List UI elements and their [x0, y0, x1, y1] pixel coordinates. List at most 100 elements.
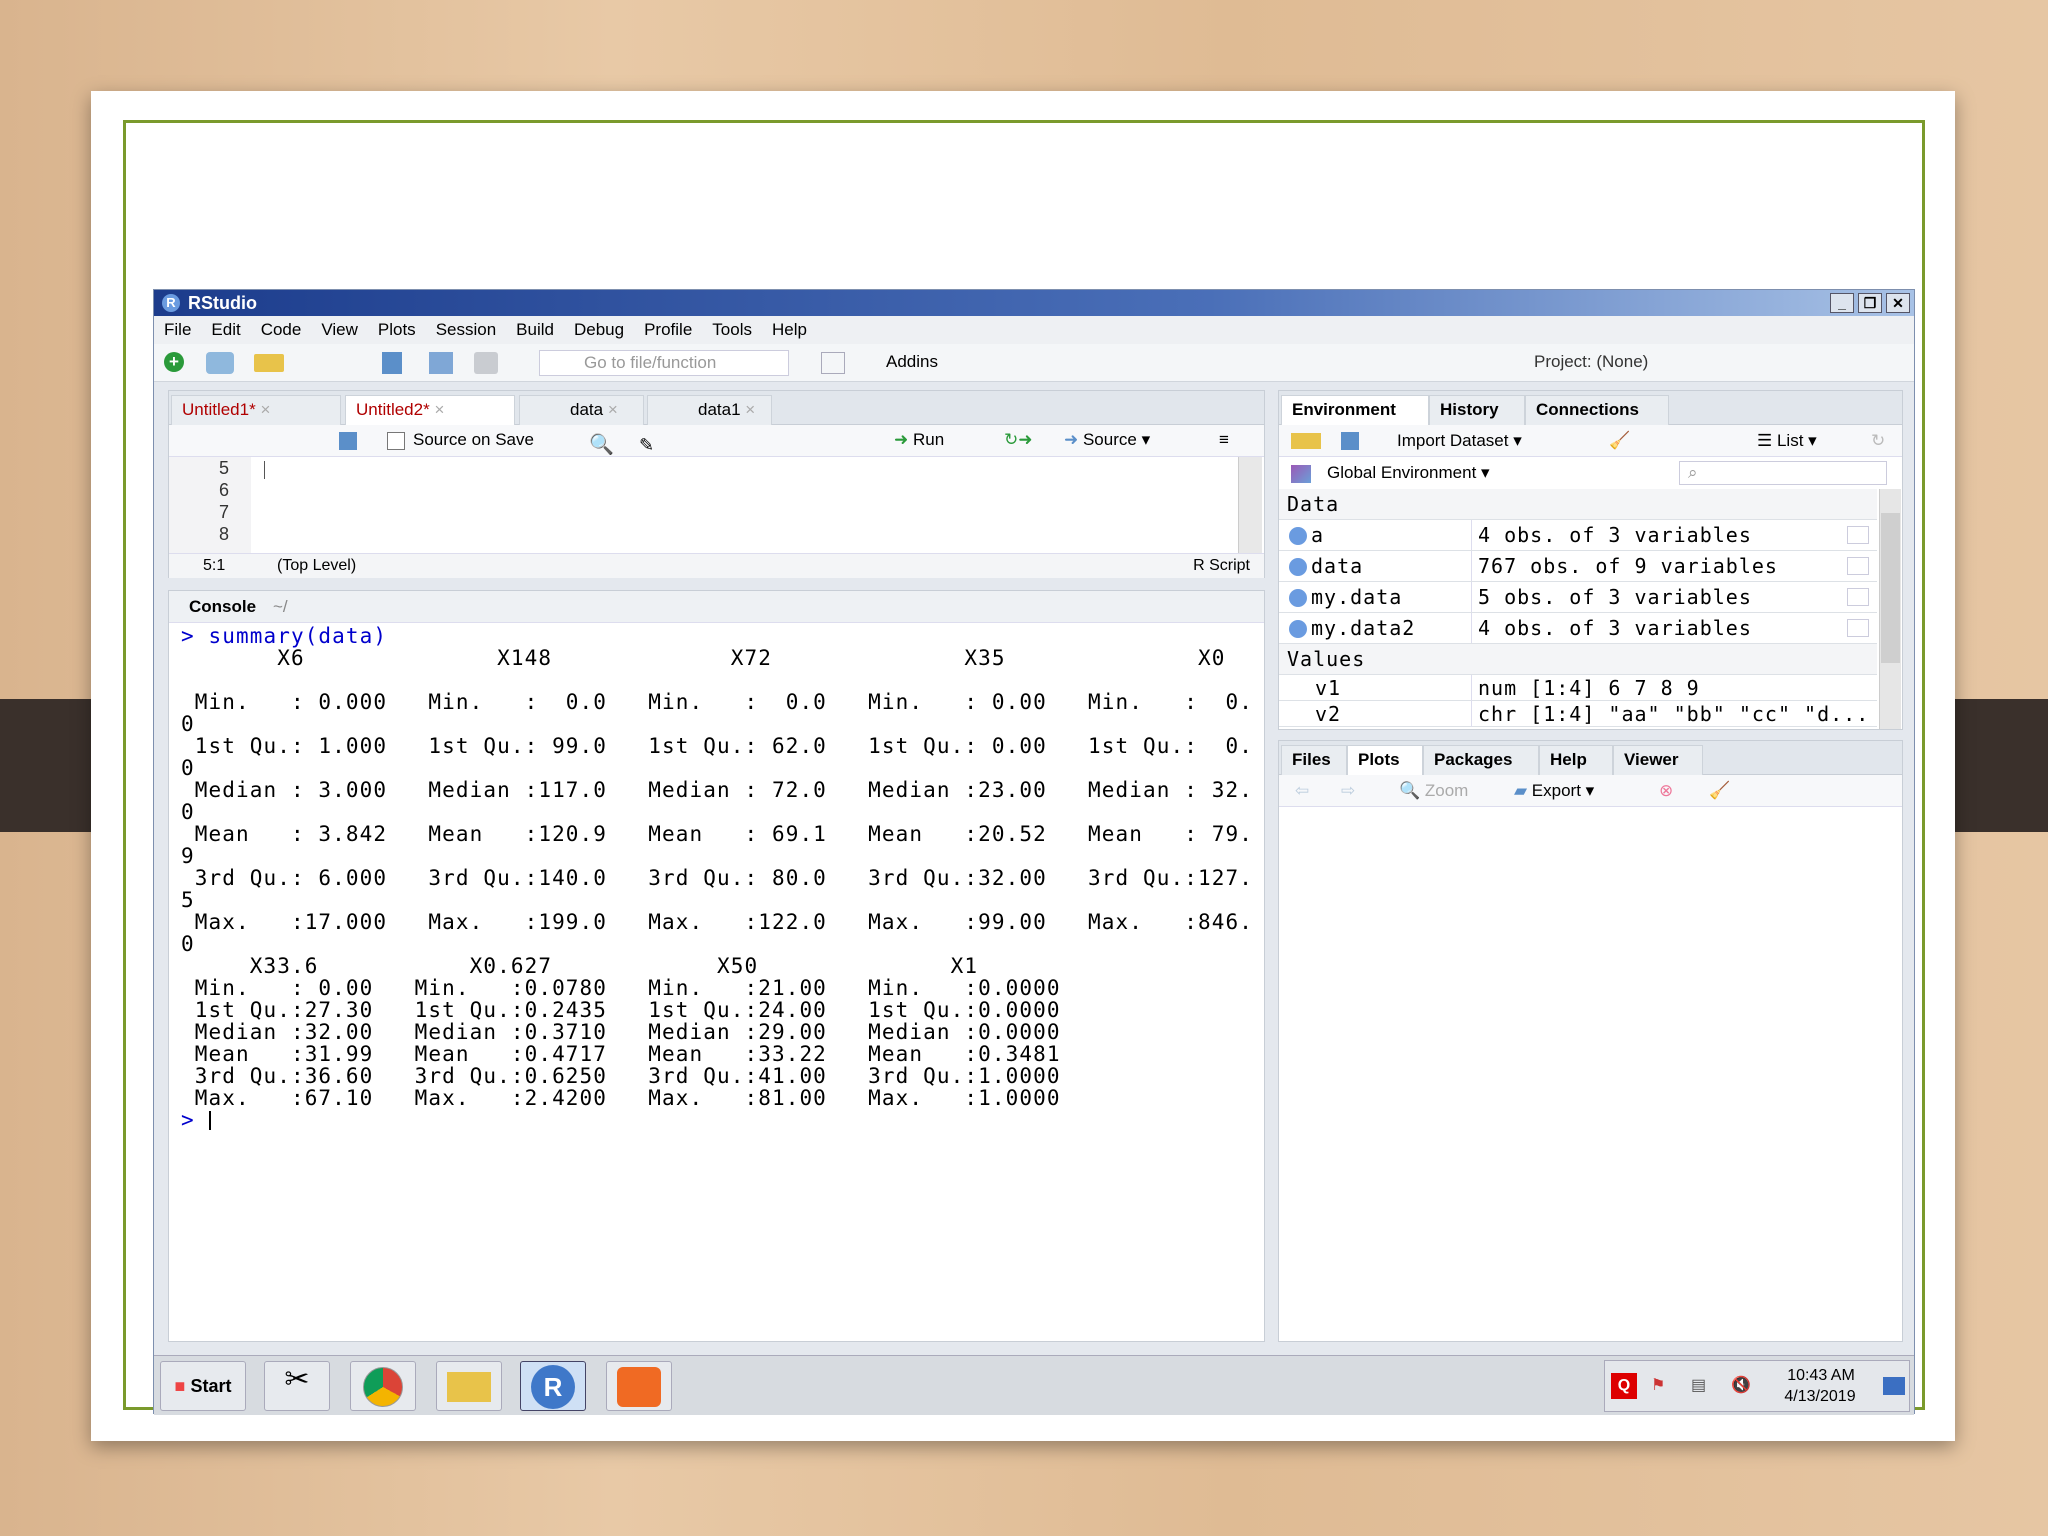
- save-workspace-icon[interactable]: [1341, 432, 1359, 450]
- tab-plots[interactable]: Plots: [1347, 745, 1423, 776]
- tab-files[interactable]: Files: [1281, 745, 1347, 775]
- menu-tools[interactable]: Tools: [712, 320, 752, 339]
- menu-edit[interactable]: Edit: [211, 320, 240, 339]
- expand-icon[interactable]: [1289, 620, 1307, 638]
- menu-code[interactable]: Code: [261, 320, 302, 339]
- menu-debug[interactable]: Debug: [574, 320, 624, 339]
- env-row[interactable]: a 4 obs. of 3 variables: [1279, 520, 1877, 551]
- zoom-button[interactable]: 🔍 Zoom: [1399, 775, 1468, 807]
- tab-help[interactable]: Help: [1539, 745, 1613, 775]
- source-on-save-checkbox[interactable]: [387, 432, 405, 450]
- tab-data1[interactable]: data1 ×: [647, 395, 772, 425]
- view-mode-menu[interactable]: ☰ List ▾: [1757, 425, 1817, 457]
- environment-search-input[interactable]: ⌕: [1679, 461, 1887, 485]
- addins-menu[interactable]: Addins: [886, 352, 938, 372]
- view-table-icon[interactable]: [1847, 557, 1869, 575]
- antivirus-icon[interactable]: Q: [1611, 1373, 1637, 1399]
- scrollbar-thumb[interactable]: [1881, 513, 1900, 663]
- var-value: 4 obs. of 3 variables: [1471, 520, 1752, 550]
- file-type-selector[interactable]: R Script: [1193, 554, 1250, 578]
- chrome-icon[interactable]: [350, 1361, 416, 1411]
- expand-icon[interactable]: [1289, 589, 1307, 607]
- remove-plot-icon[interactable]: ⊗: [1659, 775, 1673, 807]
- file-explorer-icon[interactable]: [436, 1361, 502, 1411]
- tab-data[interactable]: data ×: [519, 395, 644, 425]
- refresh-icon[interactable]: ↻: [1871, 425, 1885, 457]
- view-table-icon[interactable]: [1847, 619, 1869, 637]
- env-row[interactable]: data 767 obs. of 9 variables: [1279, 551, 1877, 582]
- tab-packages[interactable]: Packages: [1423, 745, 1539, 775]
- network-error-icon[interactable]: ⚑: [1651, 1375, 1665, 1395]
- source-button[interactable]: ➜ Source ▾: [1064, 425, 1150, 455]
- save-icon[interactable]: [382, 352, 402, 374]
- main-toolbar: + Go to file/function Addins Project: (N…: [154, 344, 1914, 382]
- tab-history[interactable]: History: [1429, 395, 1525, 425]
- var-value: num [1:4] 6 7 8 9: [1471, 675, 1700, 701]
- goto-file-input[interactable]: Go to file/function: [539, 350, 789, 376]
- code-editor[interactable]: [251, 457, 1231, 553]
- editor-scrollbar[interactable]: [1238, 457, 1262, 553]
- tab-connections[interactable]: Connections: [1525, 395, 1669, 425]
- start-button[interactable]: ■ Start: [160, 1361, 246, 1411]
- menu-help[interactable]: Help: [772, 320, 807, 339]
- expand-icon[interactable]: [1289, 527, 1307, 545]
- scope-selector[interactable]: (Top Level): [277, 554, 356, 578]
- expand-icon[interactable]: [1289, 558, 1307, 576]
- import-dataset-button[interactable]: Import Dataset ▾: [1397, 425, 1522, 457]
- print-icon[interactable]: [474, 352, 498, 374]
- minimize-button[interactable]: _: [1830, 293, 1854, 313]
- menu-session[interactable]: Session: [436, 320, 496, 339]
- close-button[interactable]: ✕: [1886, 293, 1910, 313]
- broom-icon[interactable]: 🧹: [1609, 425, 1630, 457]
- tab-viewer[interactable]: Viewer: [1613, 745, 1703, 775]
- close-tab-icon[interactable]: ×: [745, 400, 755, 419]
- env-row[interactable]: my.data2 4 obs. of 3 variables: [1279, 613, 1877, 644]
- view-table-icon[interactable]: [1847, 588, 1869, 606]
- back-arrow-icon[interactable]: ⇦: [1295, 775, 1309, 807]
- load-workspace-icon[interactable]: [1291, 433, 1321, 449]
- save-all-icon[interactable]: [429, 352, 453, 374]
- snipping-tool-icon[interactable]: ✂: [264, 1361, 330, 1411]
- env-row[interactable]: v1 num [1:4] 6 7 8 9: [1279, 675, 1877, 701]
- menu-file[interactable]: File: [164, 320, 191, 339]
- env-row[interactable]: v2 chr [1:4] "aa" "bb" "cc" "d...: [1279, 701, 1877, 727]
- clock-date[interactable]: 4/13/2019: [1775, 1388, 1865, 1406]
- rerun-icon[interactable]: ↻➜: [1004, 425, 1033, 455]
- menu-view[interactable]: View: [321, 320, 358, 339]
- outline-icon[interactable]: ≡: [1219, 425, 1229, 455]
- view-table-icon[interactable]: [1847, 526, 1869, 544]
- menu-plots[interactable]: Plots: [378, 320, 416, 339]
- close-tab-icon[interactable]: ×: [608, 400, 618, 419]
- device-icon[interactable]: ▤: [1691, 1375, 1706, 1395]
- powerpoint-icon[interactable]: [606, 1361, 672, 1411]
- menu-build[interactable]: Build: [516, 320, 554, 339]
- close-tab-icon[interactable]: ×: [434, 400, 444, 419]
- maximize-button[interactable]: ❐: [1858, 293, 1882, 313]
- layout-grid-icon[interactable]: [821, 352, 845, 374]
- close-tab-icon[interactable]: ×: [260, 400, 270, 419]
- clock-time[interactable]: 10:43 AM: [1781, 1367, 1861, 1385]
- env-row[interactable]: my.data 5 obs. of 3 variables: [1279, 582, 1877, 613]
- menu-profile[interactable]: Profile: [644, 320, 692, 339]
- export-button[interactable]: ▰ Export ▾: [1514, 775, 1594, 807]
- global-environment-menu[interactable]: Global Environment ▾: [1327, 457, 1490, 489]
- environment-scrollbar[interactable]: [1879, 489, 1901, 729]
- run-button[interactable]: ➜ Run: [894, 425, 944, 455]
- console-output[interactable]: > summary(data) X6 X148 X72 X35 X0 Min. …: [181, 625, 1261, 1337]
- magic-wand-icon[interactable]: ✎: [639, 430, 654, 460]
- new-project-icon[interactable]: [206, 352, 234, 374]
- open-folder-icon[interactable]: [254, 354, 284, 372]
- tab-environment[interactable]: Environment: [1281, 395, 1429, 426]
- tab-untitled2[interactable]: Untitled2* ×: [345, 395, 515, 426]
- tab-untitled1[interactable]: Untitled1* ×: [171, 395, 341, 425]
- project-menu[interactable]: Project: (None): [1534, 352, 1648, 372]
- forward-arrow-icon[interactable]: ⇨: [1341, 775, 1355, 807]
- line-gutter: 5 6 7 8: [169, 457, 251, 553]
- search-icon[interactable]: 🔍: [589, 430, 614, 460]
- show-desktop-icon[interactable]: [1883, 1377, 1905, 1395]
- save-icon[interactable]: [339, 432, 357, 450]
- rstudio-taskbar-icon[interactable]: R: [520, 1361, 586, 1411]
- clear-plots-icon[interactable]: 🧹: [1709, 775, 1730, 807]
- volume-muted-icon[interactable]: 🔇: [1731, 1375, 1751, 1395]
- new-file-icon[interactable]: +: [164, 352, 184, 372]
